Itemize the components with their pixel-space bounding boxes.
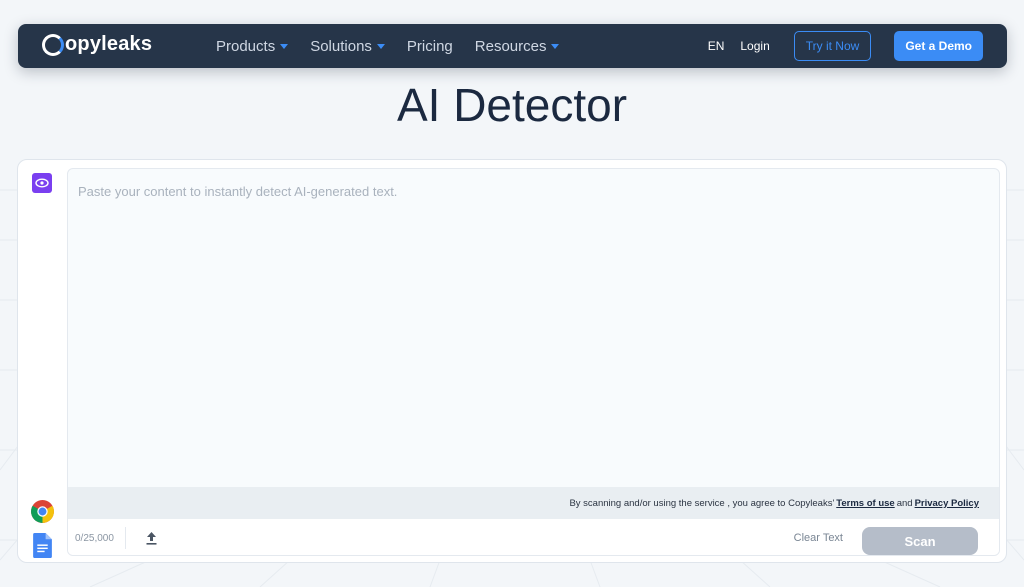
terms-of-use-link[interactable]: Terms of use [836,498,894,509]
upload-icon[interactable] [145,531,158,545]
content-input[interactable] [68,169,999,487]
clear-text-button[interactable]: Clear Text [794,532,843,544]
nav-resources-label: Resources [474,37,547,55]
nav-links: Products Solutions Pricing Resources [216,24,560,68]
editor-footer: 0/25,000 Clear Text Scan [68,519,999,555]
page-title: AI Detector [396,79,628,131]
nav-solutions-label: Solutions [310,37,372,55]
nav-products-label: Products [216,37,276,55]
logo-text: opyleaks [65,33,153,55]
copyleaks-logo[interactable]: opyleaks [42,33,152,56]
side-rail [18,160,66,562]
nav-resources[interactable]: Resources [475,38,560,55]
detector-card: By scanning and/or using the service , y… [17,159,1007,563]
scan-button[interactable]: Scan [862,527,978,555]
get-a-demo-button[interactable]: Get a Demo [894,31,983,61]
language-selector[interactable]: EN [708,39,725,53]
login-link[interactable]: Login [740,39,769,53]
try-it-now-button[interactable]: Try it Now [793,31,872,61]
top-navbar: opyleaks Products Solutions Pricing Reso… [18,24,1007,68]
terms-notice: By scanning and/or using the service , y… [68,487,999,519]
caret-down-icon [280,43,289,49]
eye-button[interactable] [32,173,52,193]
nav-right: EN Login Try it Now Get a Demo [708,24,983,68]
nav-solutions[interactable]: Solutions [310,38,385,55]
terms-prefix: By scanning and/or using the service , y… [569,497,835,509]
nav-pricing-label: Pricing [406,37,453,55]
nav-pricing[interactable]: Pricing [407,38,453,55]
nav-products[interactable]: Products [216,37,289,55]
terms-and: and [896,497,913,509]
chrome-icon[interactable] [30,499,55,524]
google-docs-icon[interactable] [33,533,52,558]
eye-icon [35,178,49,188]
privacy-policy-link[interactable]: Privacy Policy [915,498,979,509]
text-editor: By scanning and/or using the service , y… [67,168,1000,556]
logo-c-mark [42,33,64,56]
caret-down-icon [376,43,385,49]
character-counter: 0/25,000 [68,527,126,549]
caret-down-icon [551,43,560,49]
